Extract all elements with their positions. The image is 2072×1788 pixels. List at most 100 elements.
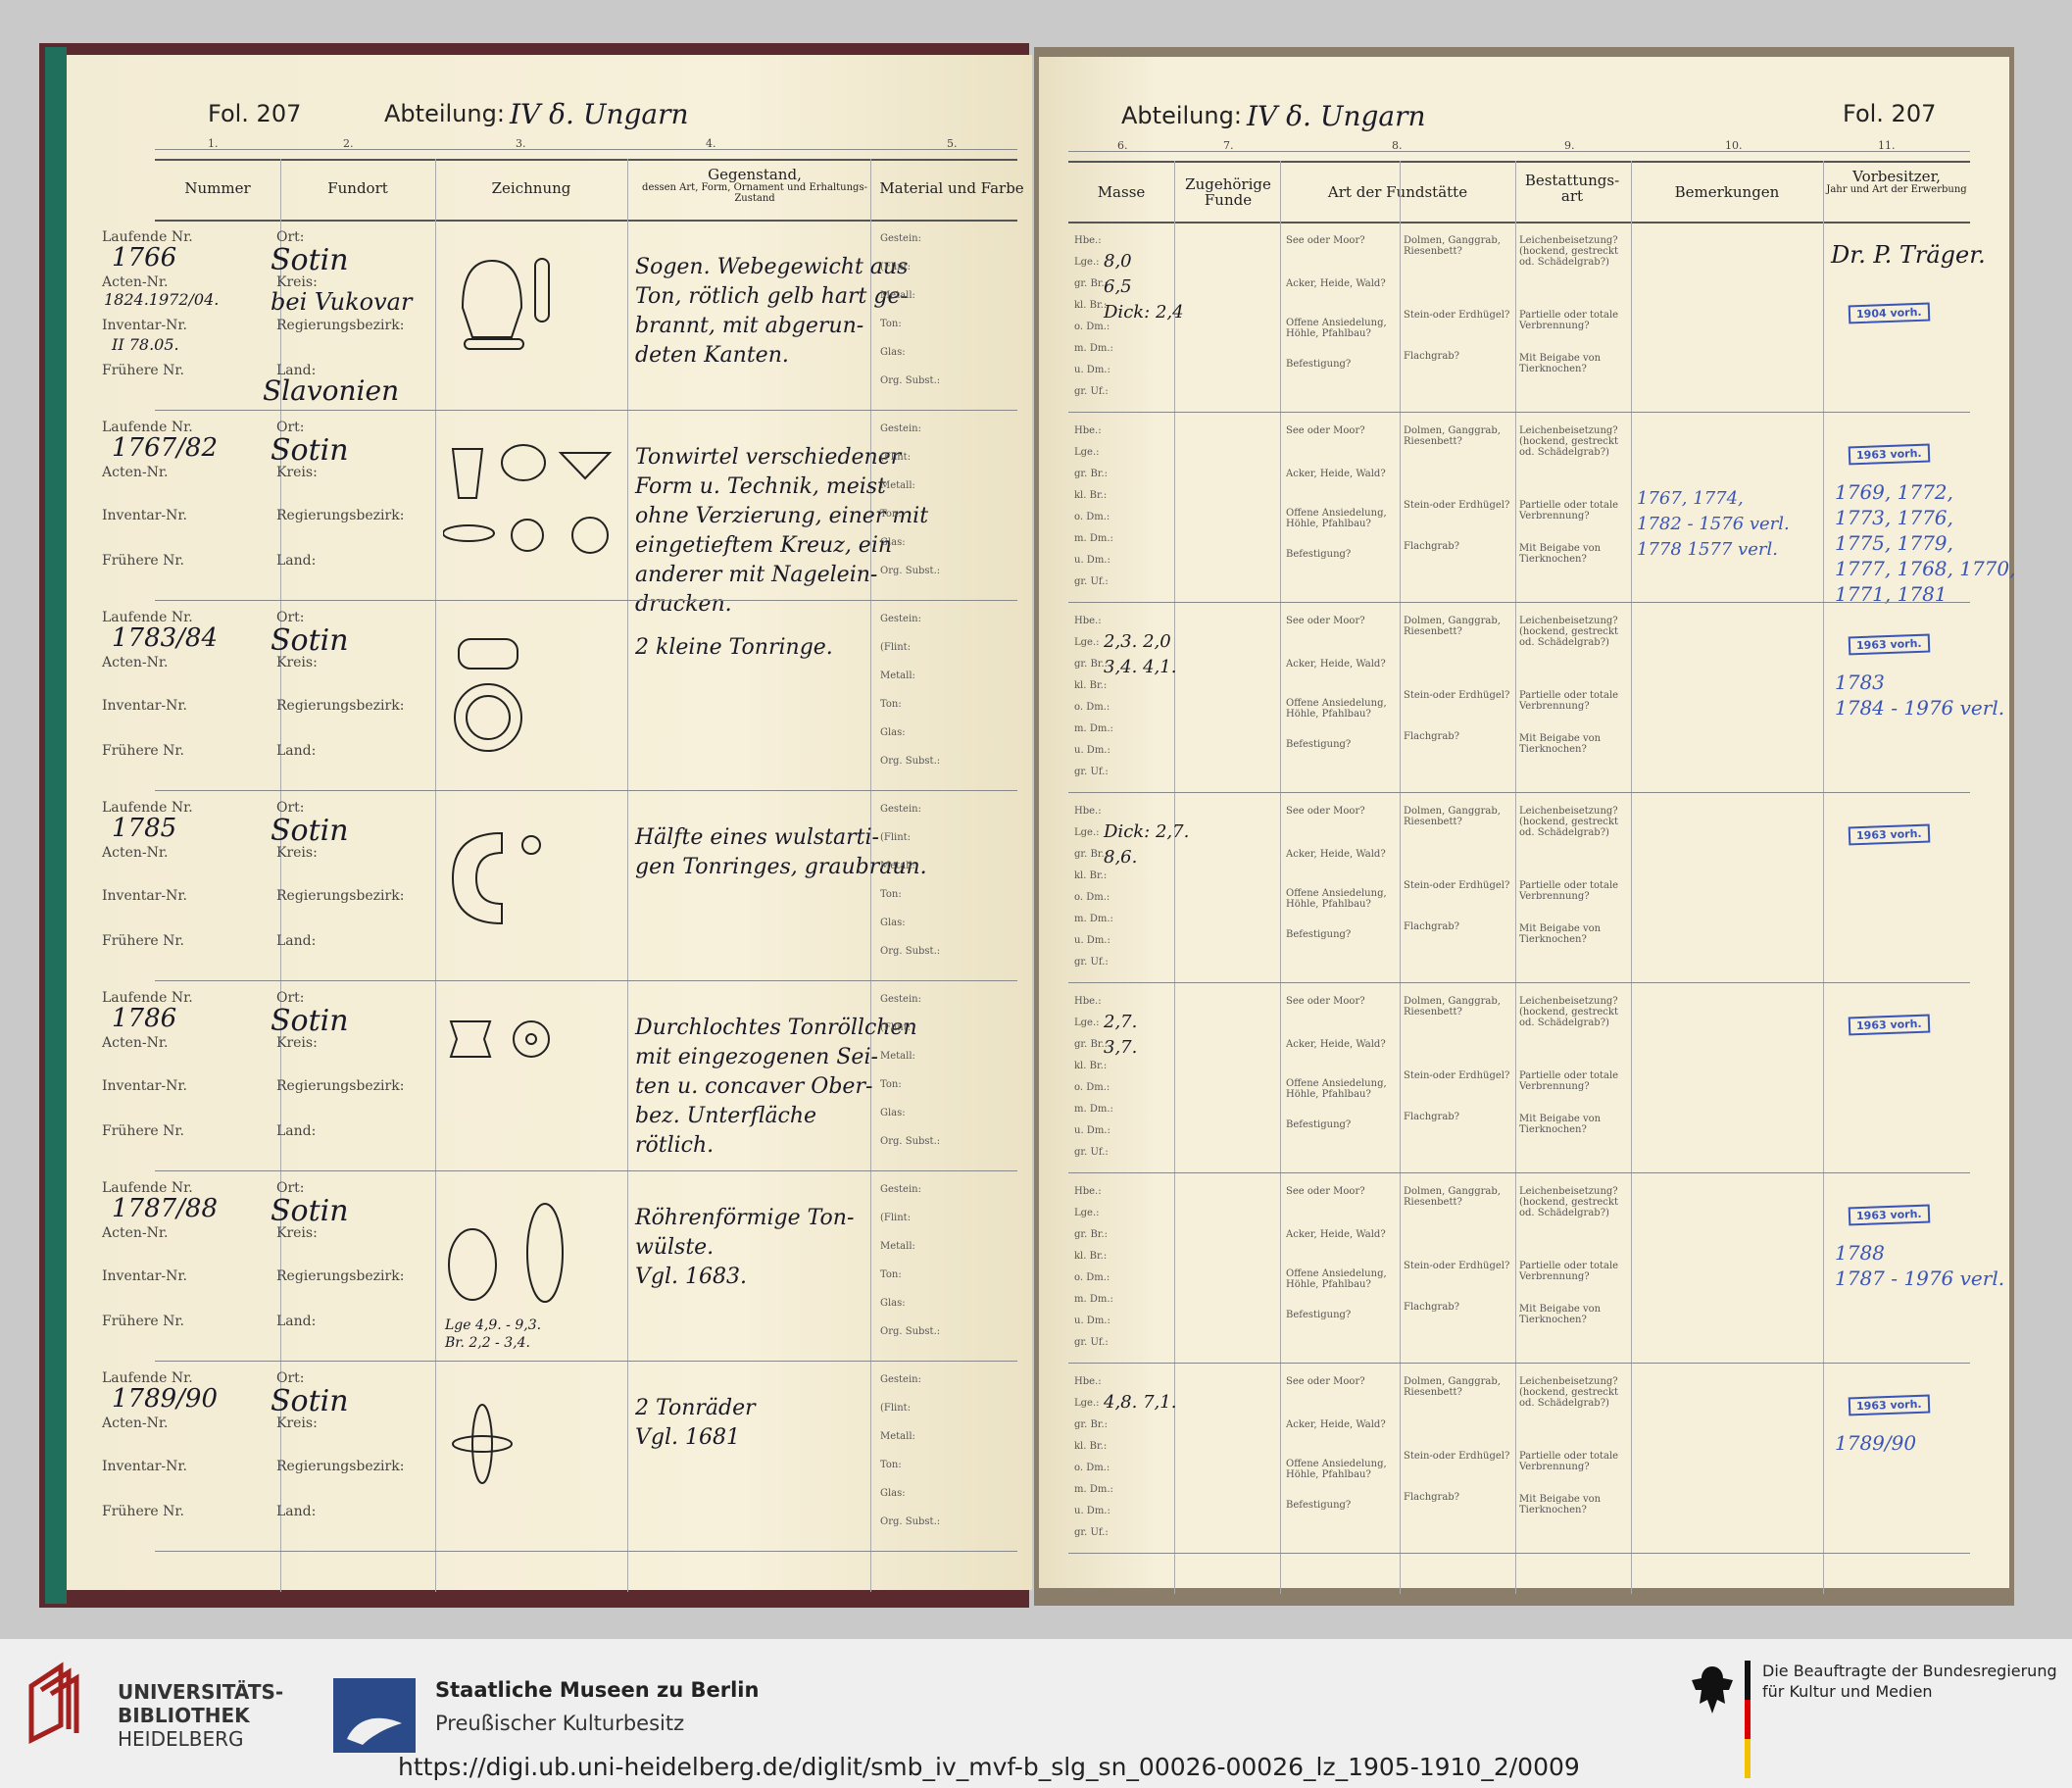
- label-partielle: Partielle oder totale Verbrennung?: [1519, 1451, 1619, 1472]
- label-see: See oder Moor?: [1286, 806, 1365, 817]
- entry-nummer: 1786: [112, 1004, 177, 1033]
- label-flachgrab: Flachgrab?: [1404, 731, 1460, 742]
- label-partielle: Partielle oder totale Verbrennung?: [1519, 690, 1619, 712]
- source-url-link[interactable]: https://digi.ub.uni-heidelberg.de/diglit…: [398, 1753, 1580, 1781]
- label-leichen: Leichenbeisetzung? (hockend, gestreckt o…: [1519, 806, 1618, 838]
- label-udm: u. Dm.:: [1074, 1125, 1110, 1136]
- label-flint: (Flint:: [880, 642, 912, 653]
- label-klbr: kl. Br.:: [1074, 870, 1108, 881]
- label-lge: Lge.:: [1074, 637, 1100, 648]
- ub-line: BIBLIOTHEK: [118, 1704, 250, 1727]
- header-bottom-rule: [1068, 222, 1970, 224]
- label-mdm: m. Dm.:: [1074, 1294, 1113, 1305]
- col-header-bestattung: Bestattungs- art: [1524, 172, 1620, 205]
- row-separator: [1068, 1172, 1970, 1173]
- label-kreis: Kreis:: [276, 465, 318, 480]
- label-acten: Acten-Nr.: [102, 1225, 169, 1241]
- row-separator: [155, 980, 1017, 981]
- label-leichen: Leichenbeisetzung? (hockend, gestreckt o…: [1519, 616, 1618, 648]
- entry-ort: Sotin: [271, 433, 349, 468]
- entry-gegenstand-line: 2 kleine Tonringe.: [635, 635, 833, 660]
- label-klbr: kl. Br.:: [1074, 680, 1108, 691]
- col-number: 6.: [1117, 139, 1128, 152]
- entry-ort: Sotin: [271, 1004, 349, 1038]
- entry-nummer: 1789/90: [112, 1384, 219, 1414]
- col-divider: [1631, 161, 1632, 1594]
- label-partielle: Partielle oder totale Verbrennung?: [1519, 310, 1619, 331]
- entry-gegenstand-line: drucken.: [635, 592, 732, 617]
- acquisition-stamp: 1963 vorh.: [1848, 443, 1930, 466]
- abteilung-value-right: IV δ. Ungarn: [1247, 100, 1426, 132]
- label-klbr: kl. Br.:: [1074, 300, 1108, 311]
- label-flachgrab: Flachgrab?: [1404, 351, 1460, 362]
- entry-nummer: 1766: [112, 243, 177, 273]
- col-divider: [1400, 161, 1401, 1594]
- label-metall: Metall:: [880, 861, 915, 871]
- label-leichen: Leichenbeisetzung? (hockend, gestreckt o…: [1519, 1186, 1618, 1218]
- label-udm: u. Dm.:: [1074, 1506, 1110, 1516]
- entry-nummer: 1767/82: [112, 433, 219, 463]
- entry-masse: 8,0: [1104, 251, 1132, 272]
- label-offene: Offene Ansiedelung, Höhle, Pfahlbau?: [1286, 1268, 1387, 1290]
- entry-ort: Sotin: [271, 623, 349, 658]
- label-org: Org. Subst.:: [880, 375, 941, 386]
- label-ton: Ton:: [880, 1079, 902, 1090]
- label-acker: Acker, Heide, Wald?: [1286, 659, 1386, 670]
- entry-ort: Sotin: [271, 243, 349, 277]
- label-acker: Acker, Heide, Wald?: [1286, 849, 1386, 860]
- row-separator: [1068, 792, 1970, 793]
- label-kreis: Kreis:: [276, 1416, 318, 1431]
- label-grbr: gr. Br.:: [1074, 469, 1109, 479]
- entry-nummer: 1787/88: [112, 1194, 219, 1223]
- label-partielle: Partielle oder totale Verbrennung?: [1519, 500, 1619, 522]
- acquisition-stamp: 1963 vorh.: [1848, 1204, 1930, 1226]
- label-flachgrab: Flachgrab?: [1404, 921, 1460, 932]
- label-land: Land:: [276, 933, 317, 949]
- label-kreis: Kreis:: [276, 655, 318, 670]
- col-number: 11.: [1878, 139, 1896, 152]
- entry-masse: Dick: 2,7.: [1104, 821, 1190, 842]
- label-org: Org. Subst.:: [880, 1516, 941, 1527]
- right-page: Abteilung: IV δ. Ungarn Fol. 207 6. 7. 8…: [1039, 57, 2015, 1594]
- col-divider: [1823, 161, 1824, 1594]
- label-lge: Lge.:: [1074, 1018, 1100, 1028]
- bkm-line: Die Beauftragte der Bundesregierung: [1762, 1662, 2057, 1680]
- label-offene: Offene Ansiedelung, Höhle, Pfahlbau?: [1286, 1078, 1387, 1100]
- artifact-drawing: [443, 629, 541, 761]
- label-acten: Acten-Nr.: [102, 845, 169, 861]
- label-lge: Lge.:: [1074, 1398, 1100, 1409]
- label-klbr: kl. Br.:: [1074, 1441, 1108, 1452]
- label-befestigung: Befestigung?: [1286, 1310, 1352, 1320]
- col-number: 1.: [208, 137, 219, 150]
- label-hbe: Hbe.:: [1074, 425, 1102, 436]
- label-metall: Metall:: [880, 670, 915, 681]
- label-regbez: Regierungsbezirk:: [276, 1078, 405, 1094]
- label-offene: Offene Ansiedelung, Höhle, Pfahlbau?: [1286, 888, 1387, 910]
- label-klbr: kl. Br.:: [1074, 1251, 1108, 1262]
- entry-gegenstand-line: Durchlochtes Tonröllchen: [635, 1016, 917, 1040]
- col-divider: [435, 159, 436, 1592]
- drawing-measure: Lge 4,9. - 9,3.: [445, 1317, 542, 1333]
- row-separator: [155, 600, 1017, 601]
- entry-masse: 6,5: [1104, 276, 1132, 297]
- entry-gegenstand-line: Hälfte eines wulstarti-: [635, 825, 879, 850]
- col-divider: [1174, 161, 1175, 1594]
- label-fruehere: Frühere Nr.: [102, 1123, 185, 1139]
- label-befestigung: Befestigung?: [1286, 1500, 1352, 1511]
- label-glas: Glas:: [880, 727, 906, 738]
- col-header-material: Material und Farbe: [879, 179, 1024, 197]
- label-acker: Acker, Heide, Wald?: [1286, 1419, 1386, 1430]
- label-ton: Ton:: [880, 1460, 902, 1470]
- entry-nummer: 1783/84: [112, 623, 219, 653]
- footer-bar: UNIVERSITÄTS- BIBLIOTHEK HEIDELBERG Staa…: [0, 1639, 2072, 1788]
- label-ton: Ton:: [880, 319, 902, 329]
- label-partielle: Partielle oder totale Verbrennung?: [1519, 1261, 1619, 1282]
- label-flint: (Flint:: [880, 262, 912, 273]
- label-gruf: gr. Uf.:: [1074, 767, 1109, 777]
- label-gestein: Gestein:: [880, 1184, 921, 1195]
- label-udm: u. Dm.:: [1074, 555, 1110, 566]
- label-befestigung: Befestigung?: [1286, 359, 1352, 370]
- label-metall: Metall:: [880, 290, 915, 301]
- entry-masse: 2,7.: [1104, 1012, 1138, 1032]
- acquisition-stamp: 1963 vorh.: [1848, 1014, 1930, 1036]
